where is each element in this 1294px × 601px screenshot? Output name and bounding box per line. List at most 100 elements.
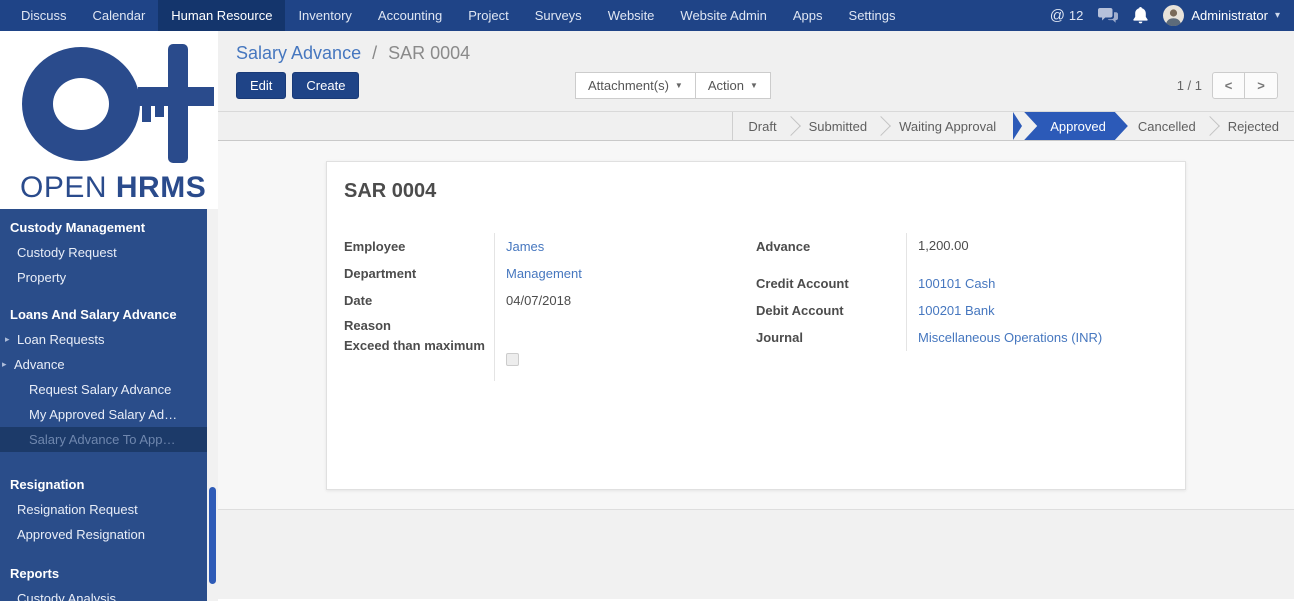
record-title: SAR 0004 [344,180,1168,203]
attachments-dropdown-button[interactable]: Attachment(s) ▼ [575,72,696,99]
sidebar-item-custody-request[interactable]: Custody Request [0,240,207,265]
status-waiting-approval[interactable]: Waiting Approval [884,112,1011,140]
employee-label: Employee [344,233,494,260]
reason-value [494,314,756,337]
exceed-than-maximum-value [494,337,756,381]
caret-down-icon: ▼ [750,73,758,98]
exceed-than-maximum-label: Exceed than maximum [344,337,494,381]
logo-text-open: OPEN [20,171,107,204]
logo-ring-icon [22,47,140,161]
status-rejected[interactable]: Rejected [1213,112,1294,140]
top-menu-project[interactable]: Project [455,0,521,31]
app-window: Discuss Calendar Human Resource Inventor… [0,0,1294,601]
logo-text-hrms: HRMS [116,171,206,204]
top-menu-website-admin[interactable]: Website Admin [667,0,779,31]
logo-key-tooth-icon [155,106,164,117]
date-value: 04/07/2018 [494,287,756,314]
chevron-down-icon: ▾ [1275,10,1280,21]
form-view: SAR 0004 Employee James Department Manag… [218,141,1294,600]
top-menu-calendar[interactable]: Calendar [80,0,159,31]
avatar [1163,5,1184,26]
journal-value[interactable]: Miscellaneous Operations (INR) [906,324,1168,351]
top-menu-surveys[interactable]: Surveys [522,0,595,31]
notifications-bell-icon[interactable] [1133,7,1148,24]
sidebar-item-loan-requests[interactable]: ▸ Loan Requests [0,327,207,352]
sidebar-scrollbar-track[interactable] [207,209,218,601]
attachments-label: Attachment(s) [588,73,669,98]
breadcrumb-current: SAR 0004 [388,43,470,63]
logo-key-bar-icon [168,44,188,163]
exceed-maximum-checkbox[interactable] [506,353,519,366]
user-name: Administrator [1191,8,1268,23]
mentions-counter[interactable]: @ 12 [1050,7,1084,24]
main-content: Salary Advance / SAR 0004 Edit Create At… [218,31,1294,601]
top-menu-accounting[interactable]: Accounting [365,0,455,31]
advance-label: Advance [756,233,906,270]
date-label: Date [344,287,494,314]
control-panel: Salary Advance / SAR 0004 Edit Create At… [218,31,1294,111]
action-label: Action [708,73,744,98]
logo-key-tooth-icon [142,106,151,122]
logo-wordmark: OPEN HRMS [20,171,206,205]
edit-button[interactable]: Edit [236,72,286,99]
pager-next-button[interactable]: > [1245,72,1278,99]
expand-caret-icon: ▸ [2,359,7,370]
record-pager: 1 / 1 < > [1177,72,1278,99]
section-loans-and-salary-advance: Loans And Salary Advance [0,302,207,327]
top-menu-human-resource[interactable]: Human Resource [158,0,285,31]
status-chevron-icon [1013,112,1022,140]
department-value[interactable]: Management [494,260,756,287]
status-approved[interactable]: Approved [1024,112,1128,140]
sidebar-menu: Custody Management Custody Request Prope… [0,209,207,601]
sidebar-item-advance[interactable]: ▸ Advance [0,352,207,377]
top-menu-discuss[interactable]: Discuss [8,0,80,31]
sidebar-item-label: Loan Requests [17,332,104,347]
department-label: Department [344,260,494,287]
top-menu-website[interactable]: Website [595,0,668,31]
openhrms-logo: OPEN HRMS [0,31,218,209]
reason-label: Reason [344,314,494,337]
sidebar-item-resignation-request[interactable]: Resignation Request [0,497,207,522]
messages-icon[interactable] [1098,8,1118,24]
sidebar: OPEN HRMS Custody Management Custody Req… [0,31,218,601]
debit-account-label: Debit Account [756,297,906,324]
sidebar-item-approved-resignation[interactable]: Approved Resignation [0,522,207,547]
sidebar-item-request-salary-advance[interactable]: Request Salary Advance [0,377,207,402]
sidebar-item-my-approved-salary-advance[interactable]: My Approved Salary Ad… [0,402,207,427]
field-group-left: Employee James Department Management Dat… [344,233,756,381]
page-background [218,510,1294,599]
top-menu-inventory[interactable]: Inventory [285,0,364,31]
status-cancelled[interactable]: Cancelled [1128,112,1211,140]
create-button[interactable]: Create [292,72,359,99]
pager-previous-button[interactable]: < [1212,72,1245,99]
debit-account-value[interactable]: 100201 Bank [906,297,1168,324]
status-submitted[interactable]: Submitted [794,112,883,140]
chevron-right-icon: > [1257,78,1265,93]
field-group-right: Advance 1,200.00 Credit Account 100101 C… [756,233,1168,381]
sidebar-item-salary-advance-to-approve[interactable]: Salary Advance To App… [0,427,207,452]
top-menu-list: Discuss Calendar Human Resource Inventor… [8,0,909,31]
action-dropdown-button[interactable]: Action ▼ [696,72,771,99]
user-menu[interactable]: Administrator ▾ [1163,5,1280,26]
sidebar-item-property[interactable]: Property [0,265,207,290]
sidebar-item-label: Advance [14,357,65,372]
sidebar-scrollbar-thumb[interactable] [209,487,216,584]
breadcrumb-salary-advance-link[interactable]: Salary Advance [236,43,361,63]
top-menu-apps[interactable]: Apps [780,0,836,31]
breadcrumb-separator: / [372,43,377,63]
journal-label: Journal [756,324,906,351]
credit-account-value[interactable]: 100101 Cash [906,270,1168,297]
section-custody-management: Custody Management [0,215,207,240]
at-icon: @ [1050,7,1065,24]
advance-value: 1,200.00 [906,233,1168,270]
section-reports: Reports [0,561,207,586]
mention-count: 12 [1069,8,1083,23]
sidebar-item-custody-analysis[interactable]: Custody Analysis [0,586,207,601]
top-navbar: Discuss Calendar Human Resource Inventor… [0,0,1294,31]
record-sheet: SAR 0004 Employee James Department Manag… [326,161,1186,490]
top-menu-settings[interactable]: Settings [836,0,909,31]
chevron-left-icon: < [1225,78,1233,93]
employee-value[interactable]: James [494,233,756,260]
credit-account-label: Credit Account [756,270,906,297]
expand-caret-icon: ▸ [5,334,10,345]
